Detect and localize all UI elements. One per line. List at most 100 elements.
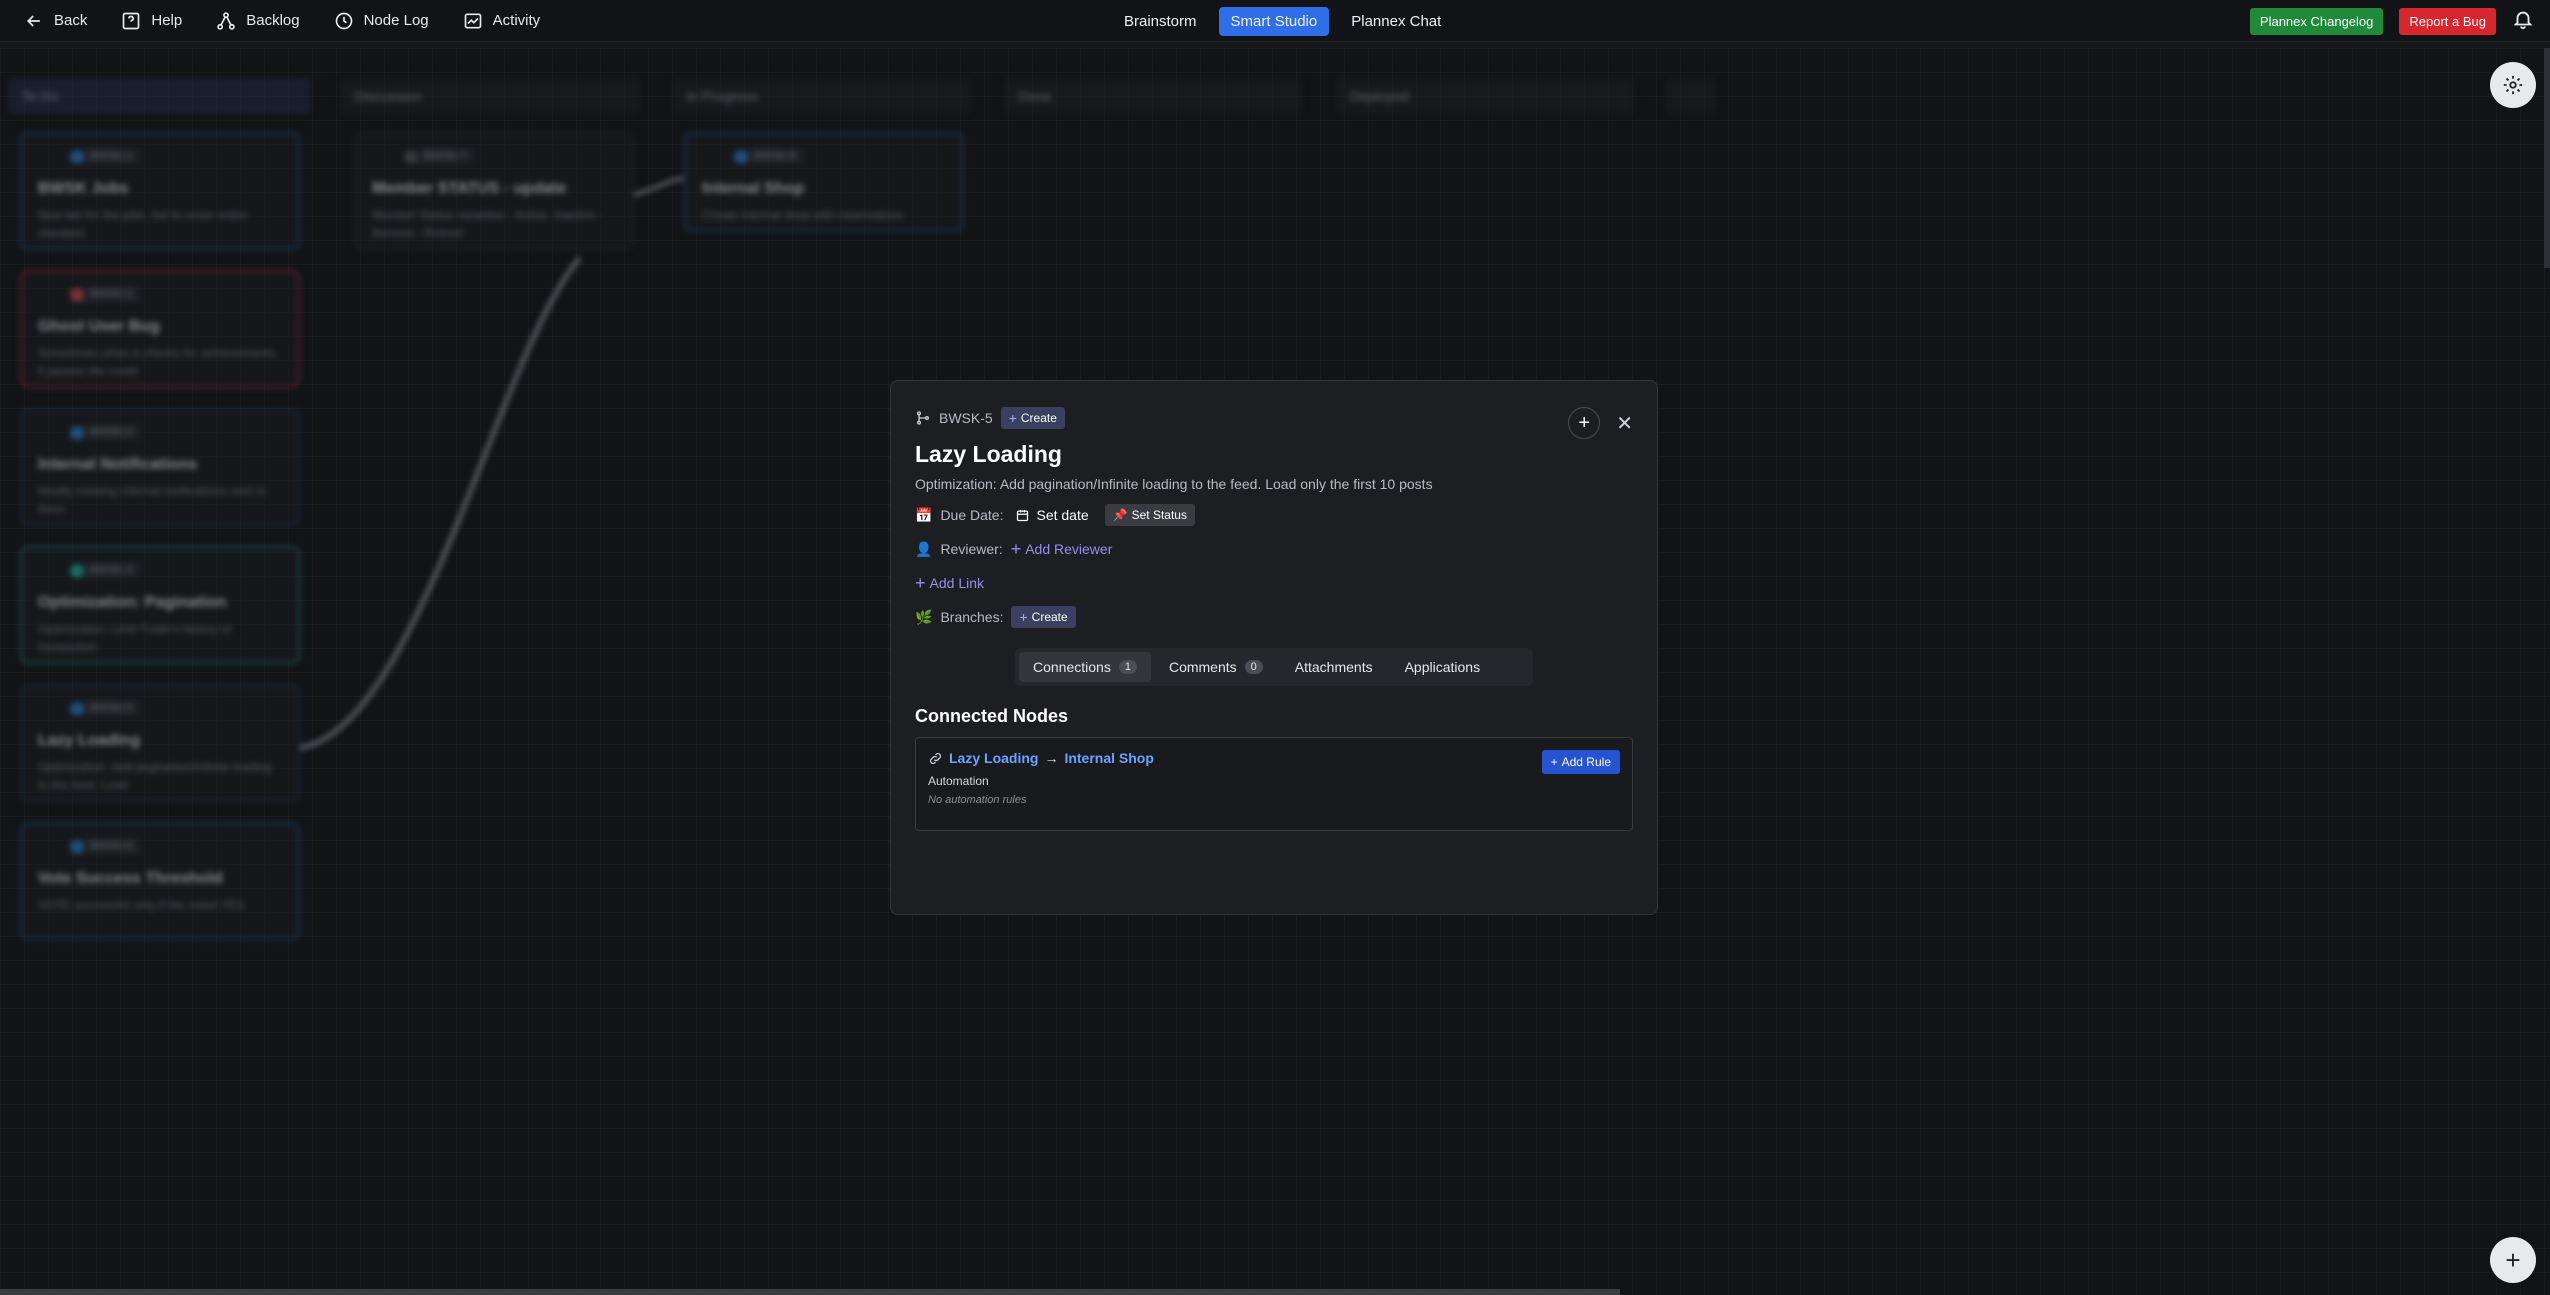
card-id: BWSK-2 bbox=[82, 286, 141, 302]
help-label: Help bbox=[151, 12, 183, 29]
gear-icon bbox=[2503, 75, 2523, 95]
plus-icon: + bbox=[1008, 410, 1017, 426]
changelog-button[interactable]: Plannex Changelog bbox=[2249, 8, 2384, 35]
back-button[interactable]: Back bbox=[24, 11, 87, 31]
node-title[interactable]: Lazy Loading bbox=[915, 441, 1633, 468]
card-id: BWSK-1 bbox=[82, 148, 141, 164]
arrow-right-icon: → bbox=[1044, 750, 1059, 766]
card-desc: Optimization: Limit Trade's history of t… bbox=[38, 622, 232, 654]
count-badge: 1 bbox=[1118, 660, 1137, 674]
card-bwsk-4[interactable]: BWSK-4 Optimization: Pagination Optimiza… bbox=[20, 546, 300, 664]
plus-icon: + bbox=[1019, 609, 1028, 625]
tab-comments[interactable]: Comments 0 bbox=[1155, 652, 1277, 682]
card-desc: New tab for the jobs, but to cover entir… bbox=[38, 208, 248, 240]
card-desc: Modify existing internal notifications s… bbox=[38, 484, 267, 516]
set-date-button[interactable]: Set date bbox=[1015, 507, 1089, 523]
card-desc: VOTE successful only if the voted YES bbox=[38, 898, 245, 912]
modal-actions: + ✕ bbox=[1568, 407, 1633, 439]
nav-left-group: Back Help Backlog Node Log Activity bbox=[0, 11, 540, 31]
add-column-button[interactable] bbox=[1666, 78, 1716, 114]
add-rule-button[interactable]: + Add Rule bbox=[1541, 750, 1620, 774]
column-header-deployed: Deployed bbox=[1336, 78, 1634, 114]
card-bwsk-3[interactable]: BWSK-3 Internal Notifications Modify exi… bbox=[20, 408, 300, 526]
backlog-label: Backlog bbox=[246, 12, 300, 29]
tab-label: Connections bbox=[1033, 659, 1111, 675]
card-title: Internal Shop bbox=[702, 180, 805, 197]
modal-header: BWSK-5 + Create bbox=[915, 405, 1633, 431]
pin-icon: 📌 bbox=[1112, 508, 1128, 522]
activity-icon bbox=[464, 13, 481, 28]
node-log-button[interactable]: Node Log bbox=[334, 11, 429, 31]
node-detail-modal: BWSK-5 + Create + ✕ Lazy Loading Optimiza… bbox=[890, 380, 1658, 915]
tab-connections[interactable]: Connections 1 bbox=[1019, 652, 1151, 682]
activity-button[interactable]: Activity bbox=[463, 11, 540, 31]
vertical-scrollbar[interactable] bbox=[2544, 48, 2550, 268]
tab-applications[interactable]: Applications bbox=[1391, 652, 1495, 682]
card-bwsk-8[interactable]: BWSK-8 Internal Shop Create internal sho… bbox=[684, 132, 964, 232]
branches-label: Branches: bbox=[940, 609, 1004, 625]
link-row: + Add Link bbox=[915, 572, 1633, 594]
add-reviewer-button[interactable]: + Add Reviewer bbox=[1010, 539, 1113, 559]
create-button[interactable]: + Create bbox=[1000, 407, 1065, 429]
backlog-button[interactable]: Backlog bbox=[216, 11, 300, 31]
help-button[interactable]: Help bbox=[121, 11, 182, 31]
clock-icon bbox=[335, 12, 352, 29]
close-icon: ✕ bbox=[1616, 412, 1633, 435]
node-description[interactable]: Optimization: Add pagination/Infinite lo… bbox=[915, 476, 1633, 492]
add-reviewer-label: Add Reviewer bbox=[1025, 541, 1113, 557]
tab-smart-studio[interactable]: Smart Studio bbox=[1218, 7, 1330, 36]
sprout-icon: 🌿 bbox=[915, 608, 933, 625]
connection-source-link[interactable]: Lazy Loading bbox=[949, 750, 1038, 766]
nodes-icon bbox=[217, 11, 235, 30]
add-button[interactable]: + bbox=[1568, 407, 1601, 439]
report-bug-button[interactable]: Report a Bug bbox=[2399, 8, 2496, 35]
card-bwsk-7[interactable]: BWSK-7 Member STATUS - update Member Sta… bbox=[354, 132, 634, 250]
due-date-row: 📅 Due Date: Set date 📌 Set Status bbox=[915, 504, 1633, 526]
card-desc: Optimization: Add pagination/Infinite lo… bbox=[38, 760, 272, 792]
card-desc: Member Status variables - Active, Inacti… bbox=[372, 208, 603, 240]
add-rule-label: Add Rule bbox=[1561, 755, 1611, 769]
card-bwsk-5[interactable]: BWSK-5 Lazy Loading Optimization: Add pa… bbox=[20, 684, 300, 802]
tab-brainstorm[interactable]: Brainstorm bbox=[1112, 7, 1209, 36]
card-id: BWSK-7 bbox=[416, 148, 475, 164]
create-branch-button[interactable]: + Create bbox=[1011, 606, 1076, 628]
plus-icon: + bbox=[1010, 539, 1022, 559]
set-status-button[interactable]: 📌 Set Status bbox=[1104, 504, 1195, 526]
card-bwsk-6[interactable]: BWSK-6 Vote Success Threshold VOTE succe… bbox=[20, 822, 300, 940]
card-id: BWSK-5 bbox=[82, 700, 141, 716]
card-bwsk-1[interactable]: BWSK-1 BWSK Jobs New tab for the jobs, b… bbox=[20, 132, 300, 250]
connected-nodes-title: Connected Nodes bbox=[915, 706, 1069, 726]
tab-attachments[interactable]: Attachments bbox=[1281, 652, 1387, 682]
node-log-label: Node Log bbox=[363, 12, 429, 29]
branches-row: 🌿 Branches: + Create bbox=[915, 606, 1633, 628]
tab-label: Applications bbox=[1404, 659, 1481, 675]
set-status-label: Set Status bbox=[1131, 508, 1187, 522]
add-link-button[interactable]: + Add Link bbox=[915, 573, 984, 593]
mode-tabs: Brainstorm Smart Studio Plannex Chat bbox=[1112, 7, 1453, 36]
notifications-button[interactable] bbox=[2512, 8, 2534, 35]
back-label: Back bbox=[54, 12, 88, 29]
person-icon: 👤 bbox=[915, 540, 933, 557]
card-desc: Create internal shop with reservations bbox=[702, 208, 904, 222]
plus-icon: + bbox=[915, 573, 926, 593]
add-node-button[interactable]: + bbox=[2490, 1237, 2536, 1283]
horizontal-scrollbar[interactable] bbox=[0, 1289, 1620, 1295]
card-id: BWSK-3 bbox=[82, 424, 141, 440]
calendar-emoji-icon: 📅 bbox=[915, 506, 933, 523]
calendar-icon bbox=[1017, 509, 1029, 521]
automation-label: Automation bbox=[928, 774, 989, 788]
count-badge: 0 bbox=[1244, 660, 1263, 674]
card-bwsk-2[interactable]: BWSK-2 Ghost User Bug Sometimes when it … bbox=[20, 270, 300, 388]
settings-button[interactable] bbox=[2490, 62, 2536, 108]
card-title: Member STATUS - update bbox=[372, 180, 567, 197]
card-title: Ghost User Bug bbox=[38, 318, 160, 335]
column-header-done: Done bbox=[1004, 78, 1302, 114]
connection-item: Lazy Loading → Internal Shop + Add Rule A… bbox=[915, 737, 1633, 831]
add-link-label: Add Link bbox=[929, 575, 984, 591]
connection-target-link[interactable]: Internal Shop bbox=[1064, 750, 1153, 766]
close-button[interactable]: ✕ bbox=[1616, 411, 1633, 436]
tab-label: Attachments bbox=[1294, 659, 1373, 675]
tab-label: Comments bbox=[1168, 659, 1237, 675]
create-branch-label: Create bbox=[1031, 610, 1068, 624]
tab-plannex-chat[interactable]: Plannex Chat bbox=[1339, 7, 1453, 36]
